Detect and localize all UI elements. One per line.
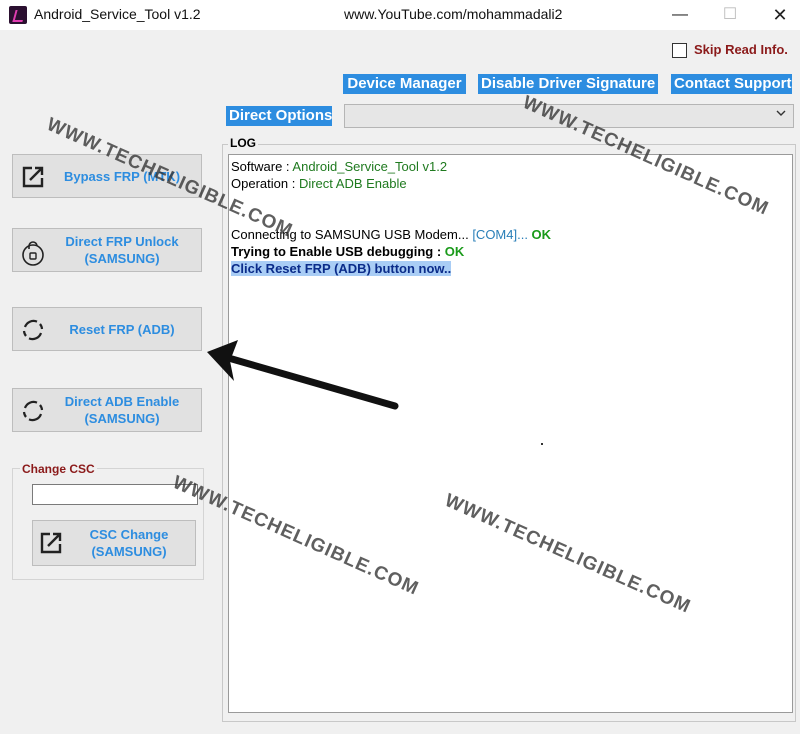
title-bar: Android_Service_Tool v1.2 www.YouTube.co… [0,0,800,30]
reset-frp-adb-button[interactable]: Reset FRP (ADB) [12,307,202,351]
csc-change-sublabel: (SAMSUNG) [91,544,167,559]
app-icon [9,6,27,24]
log-cursor-dot [541,443,543,445]
direct-adb-enable-button[interactable]: Direct ADB Enable (SAMSUNG) [12,388,202,432]
refresh-icon [21,318,45,342]
minimize-button[interactable]: — [660,2,700,28]
csc-change-button[interactable]: CSC Change (SAMSUNG) [32,520,196,566]
log-output[interactable]: Software : Android_Service_Tool v1.2 Ope… [228,154,793,713]
external-link-icon [21,165,45,189]
external-link-icon [39,531,63,555]
log-line-connecting: Connecting to SAMSUNG USB Modem... [COM4… [231,227,552,242]
maximize-button[interactable]: ☐ [710,2,750,28]
change-csc-title: Change CSC [20,462,97,476]
close-button[interactable]: ✕ [760,2,800,28]
reset-frp-label: Reset FRP (ADB) [69,321,175,337]
disable-driver-signature-button[interactable]: Disable Driver Signature [478,74,658,94]
direct-frp-unlock-button[interactable]: Direct FRP Unlock (SAMSUNG) [12,228,202,272]
direct-options-button[interactable]: Direct Options [226,106,332,126]
chevron-down-icon [775,107,787,122]
direct-adb-enable-sublabel: (SAMSUNG) [84,411,160,426]
direct-frp-unlock-sublabel: (SAMSUNG) [84,251,160,266]
csc-change-label: CSC Change [89,527,169,542]
lock-icon [21,239,45,266]
log-title: LOG [228,136,258,150]
contact-support-button[interactable]: Contact Support [671,74,792,94]
log-line-debugging: Trying to Enable USB debugging : OK [231,244,465,259]
direct-adb-enable-label: Direct ADB Enable [64,394,180,409]
log-line-instruction: Click Reset FRP (ADB) button now.. [231,261,452,276]
window-title: Android_Service_Tool v1.2 [34,6,201,22]
refresh-icon [21,399,45,423]
skip-read-info-label[interactable]: Skip Read Info. [694,42,788,57]
skip-read-info-checkbox[interactable] [672,43,687,58]
window-subtitle-url: www.YouTube.com/mohammadali2 [344,6,563,22]
device-manager-button[interactable]: Device Manager [343,74,466,94]
direct-frp-unlock-label: Direct FRP Unlock [65,234,179,249]
